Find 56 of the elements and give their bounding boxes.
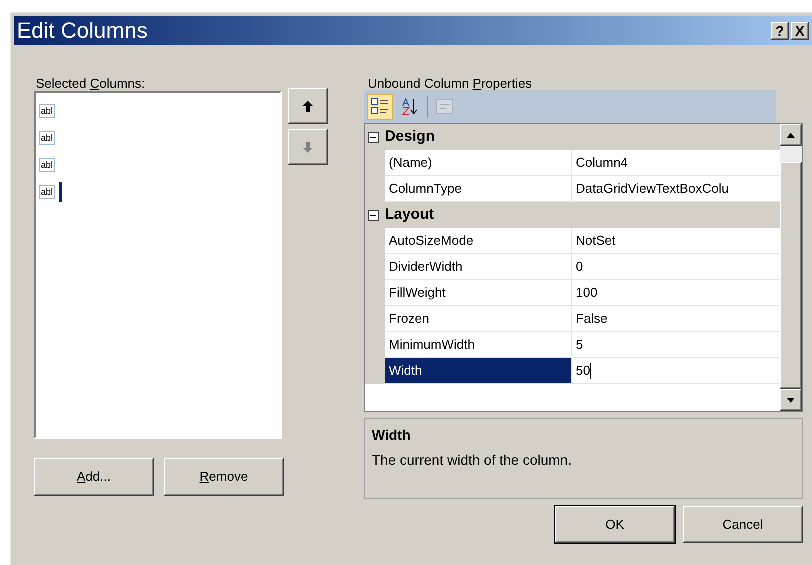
textbox-column-icon: abl [39, 158, 56, 172]
down-triangle-icon [787, 398, 795, 402]
scroll-down-button[interactable] [780, 389, 802, 411]
column-list-item[interactable]: abl [39, 153, 280, 177]
column-list-item[interactable]: abl [39, 126, 280, 150]
help-button[interactable]: ? [771, 22, 789, 40]
property-value[interactable]: DataGridViewTextBoxColu [572, 176, 780, 202]
down-arrow-icon [303, 142, 313, 152]
property-name[interactable]: Frozen [385, 306, 572, 332]
column-list-item[interactable]: abl [39, 180, 280, 204]
categorized-button[interactable] [367, 94, 393, 120]
scroll-up-button[interactable] [780, 124, 802, 146]
selected-columns-label: Selected Columns: [36, 76, 146, 92]
property-value[interactable]: NotSet [572, 228, 780, 254]
property-pages-icon [436, 98, 454, 114]
textbox-column-icon: abl [39, 185, 56, 199]
scroll-thumb[interactable] [780, 162, 802, 389]
category-header[interactable]: Layout [365, 202, 780, 228]
property-value[interactable]: 50 [572, 358, 780, 384]
properties-label: Unbound Column Properties [368, 76, 534, 92]
property-name[interactable]: FillWeight [385, 280, 572, 306]
column-list-item[interactable]: abl [39, 99, 280, 123]
property-value[interactable]: False [572, 306, 780, 332]
text-cursor [590, 362, 592, 378]
property-name[interactable]: MinimumWidth [385, 332, 572, 358]
category-header[interactable]: Design [365, 124, 780, 150]
categorized-icon [371, 98, 389, 116]
columns-list[interactable]: abl abl abl abl [34, 91, 282, 439]
category-name: Layout [385, 204, 434, 225]
property-name[interactable]: ColumnType [385, 176, 572, 202]
property-name[interactable]: (Name) [385, 150, 572, 176]
add-button[interactable]: Add... [34, 458, 154, 496]
category-name: Design [385, 126, 436, 147]
property-value[interactable]: 0 [572, 254, 780, 280]
property-value[interactable]: 5 [572, 332, 780, 358]
textbox-column-icon: abl [39, 104, 56, 118]
vertical-scrollbar[interactable] [780, 124, 802, 411]
property-value[interactable]: Column4 [572, 150, 780, 176]
collapse-icon[interactable] [368, 132, 379, 142]
property-name[interactable]: AutoSizeMode [385, 228, 572, 254]
sort-icon [401, 98, 419, 116]
close-button[interactable]: X [791, 22, 809, 40]
up-arrow-icon [303, 100, 313, 112]
move-up-button[interactable] [288, 88, 328, 124]
property-name[interactable]: DividerWidth [385, 254, 572, 280]
collapse-icon[interactable] [368, 210, 379, 220]
remove-button[interactable]: Remove [164, 458, 284, 496]
window-title: Edit Columns [17, 17, 149, 45]
property-value[interactable]: 100 [572, 280, 780, 306]
property-name[interactable]: Width [385, 358, 572, 384]
textbox-column-icon: abl [39, 131, 56, 145]
ok-button[interactable]: OK [555, 506, 675, 543]
cancel-button[interactable]: Cancel [683, 506, 803, 543]
description-text: The current width of the column. [372, 451, 573, 470]
up-triangle-icon [787, 132, 795, 138]
description-title: Width [372, 426, 412, 445]
